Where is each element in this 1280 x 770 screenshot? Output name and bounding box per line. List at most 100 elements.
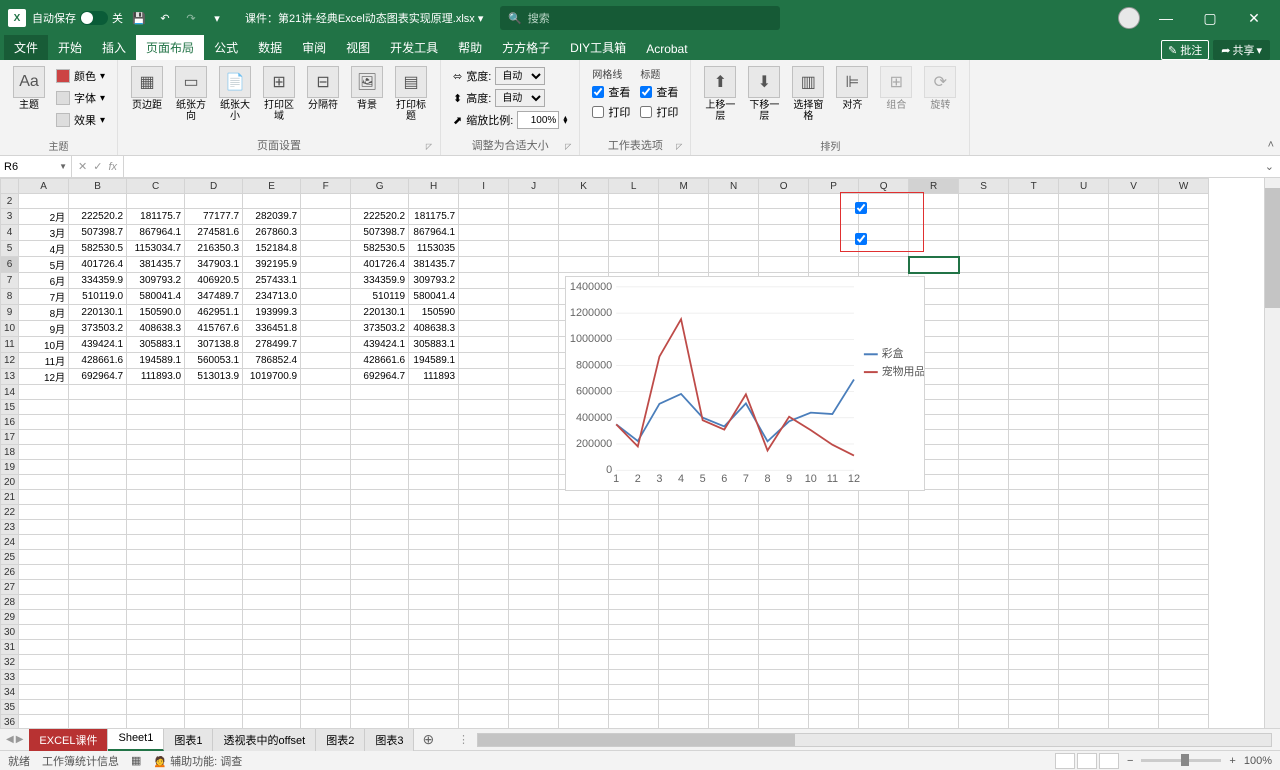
cell-V14[interactable] (1109, 385, 1159, 400)
user-avatar[interactable] (1118, 7, 1140, 29)
cell-J20[interactable] (509, 475, 559, 490)
cell-M34[interactable] (659, 685, 709, 700)
cell-O33[interactable] (759, 670, 809, 685)
page-layout-view-icon[interactable] (1077, 753, 1097, 769)
cell-P6[interactable] (809, 257, 859, 273)
cell-U26[interactable] (1059, 565, 1109, 580)
cell-B26[interactable] (69, 565, 127, 580)
cell-O32[interactable] (759, 655, 809, 670)
cell-T6[interactable] (1009, 257, 1059, 273)
row-header-10[interactable]: 10 (1, 321, 19, 337)
cell-F13[interactable] (301, 369, 351, 385)
cell-N31[interactable] (709, 640, 759, 655)
cell-J30[interactable] (509, 625, 559, 640)
fx-icon[interactable]: fx (106, 161, 119, 173)
cell-B35[interactable] (69, 700, 127, 715)
cell-J21[interactable] (509, 490, 559, 505)
cell-W5[interactable] (1159, 241, 1209, 257)
cell-J3[interactable] (509, 209, 559, 225)
row-header-36[interactable]: 36 (1, 715, 19, 729)
cell-U25[interactable] (1059, 550, 1109, 565)
col-header-K[interactable]: K (559, 179, 609, 194)
cell-S6[interactable] (959, 257, 1009, 273)
cell-T31[interactable] (1009, 640, 1059, 655)
cell-Q27[interactable] (859, 580, 909, 595)
minimize-icon[interactable]: — (1148, 4, 1184, 32)
cell-G17[interactable] (351, 430, 409, 445)
cell-H32[interactable] (409, 655, 459, 670)
cell-B23[interactable] (69, 520, 127, 535)
cell-P23[interactable] (809, 520, 859, 535)
cell-I21[interactable] (459, 490, 509, 505)
cell-J28[interactable] (509, 595, 559, 610)
col-header-H[interactable]: H (409, 179, 459, 194)
rotate-button[interactable]: ⟳旋转 (919, 64, 961, 113)
cell-B30[interactable] (69, 625, 127, 640)
cell-D15[interactable] (185, 400, 243, 415)
cell-K6[interactable] (559, 257, 609, 273)
cell-P35[interactable] (809, 700, 859, 715)
cell-G10[interactable]: 373503.2 (351, 321, 409, 337)
row-header-7[interactable]: 7 (1, 273, 19, 289)
col-header-C[interactable]: C (127, 179, 185, 194)
cell-Q29[interactable] (859, 610, 909, 625)
cell-G7[interactable]: 334359.9 (351, 273, 409, 289)
cell-G27[interactable] (351, 580, 409, 595)
cell-S22[interactable] (959, 505, 1009, 520)
cell-F15[interactable] (301, 400, 351, 415)
cell-F8[interactable] (301, 289, 351, 305)
cell-S3[interactable] (959, 209, 1009, 225)
cell-N22[interactable] (709, 505, 759, 520)
cell-J22[interactable] (509, 505, 559, 520)
cell-I31[interactable] (459, 640, 509, 655)
cell-G6[interactable]: 401726.4 (351, 257, 409, 273)
cell-T13[interactable] (1009, 369, 1059, 385)
cell-P28[interactable] (809, 595, 859, 610)
cell-R5[interactable] (909, 241, 959, 257)
cell-B18[interactable] (69, 445, 127, 460)
cell-R25[interactable] (909, 550, 959, 565)
cell-B14[interactable] (69, 385, 127, 400)
cell-I14[interactable] (459, 385, 509, 400)
cell-S7[interactable] (959, 273, 1009, 289)
cell-E3[interactable]: 282039.7 (243, 209, 301, 225)
cell-P3[interactable] (809, 209, 859, 225)
cell-S33[interactable] (959, 670, 1009, 685)
cell-W3[interactable] (1159, 209, 1209, 225)
cell-U5[interactable] (1059, 241, 1109, 257)
status-accessibility[interactable]: 辅助功能: 调查 (170, 756, 242, 768)
cell-N30[interactable] (709, 625, 759, 640)
cell-I13[interactable] (459, 369, 509, 385)
cell-T30[interactable] (1009, 625, 1059, 640)
cell-W30[interactable] (1159, 625, 1209, 640)
cell-Q25[interactable] (859, 550, 909, 565)
row-header-12[interactable]: 12 (1, 353, 19, 369)
sheet-tab-透视表中的offset[interactable]: 透视表中的offset (213, 729, 316, 751)
cell-H7[interactable]: 309793.2 (409, 273, 459, 289)
cell-O6[interactable] (759, 257, 809, 273)
cell-B16[interactable] (69, 415, 127, 430)
cell-E15[interactable] (243, 400, 301, 415)
cell-T15[interactable] (1009, 400, 1059, 415)
cell-S28[interactable] (959, 595, 1009, 610)
cell-A22[interactable] (19, 505, 69, 520)
cell-I33[interactable] (459, 670, 509, 685)
cancel-formula-icon[interactable]: ✕ (76, 160, 89, 173)
cell-G14[interactable] (351, 385, 409, 400)
tab-developer[interactable]: 开发工具 (380, 35, 448, 60)
cell-T18[interactable] (1009, 445, 1059, 460)
cell-Q6[interactable] (859, 257, 909, 273)
cell-A7[interactable]: 6月 (19, 273, 69, 289)
cell-U34[interactable] (1059, 685, 1109, 700)
cell-A21[interactable] (19, 490, 69, 505)
cell-V19[interactable] (1109, 460, 1159, 475)
cell-D27[interactable] (185, 580, 243, 595)
cell-G22[interactable] (351, 505, 409, 520)
cell-I23[interactable] (459, 520, 509, 535)
cell-V16[interactable] (1109, 415, 1159, 430)
cell-A17[interactable] (19, 430, 69, 445)
cell-S34[interactable] (959, 685, 1009, 700)
cell-F17[interactable] (301, 430, 351, 445)
tab-data[interactable]: 数据 (248, 35, 292, 60)
cell-A35[interactable] (19, 700, 69, 715)
